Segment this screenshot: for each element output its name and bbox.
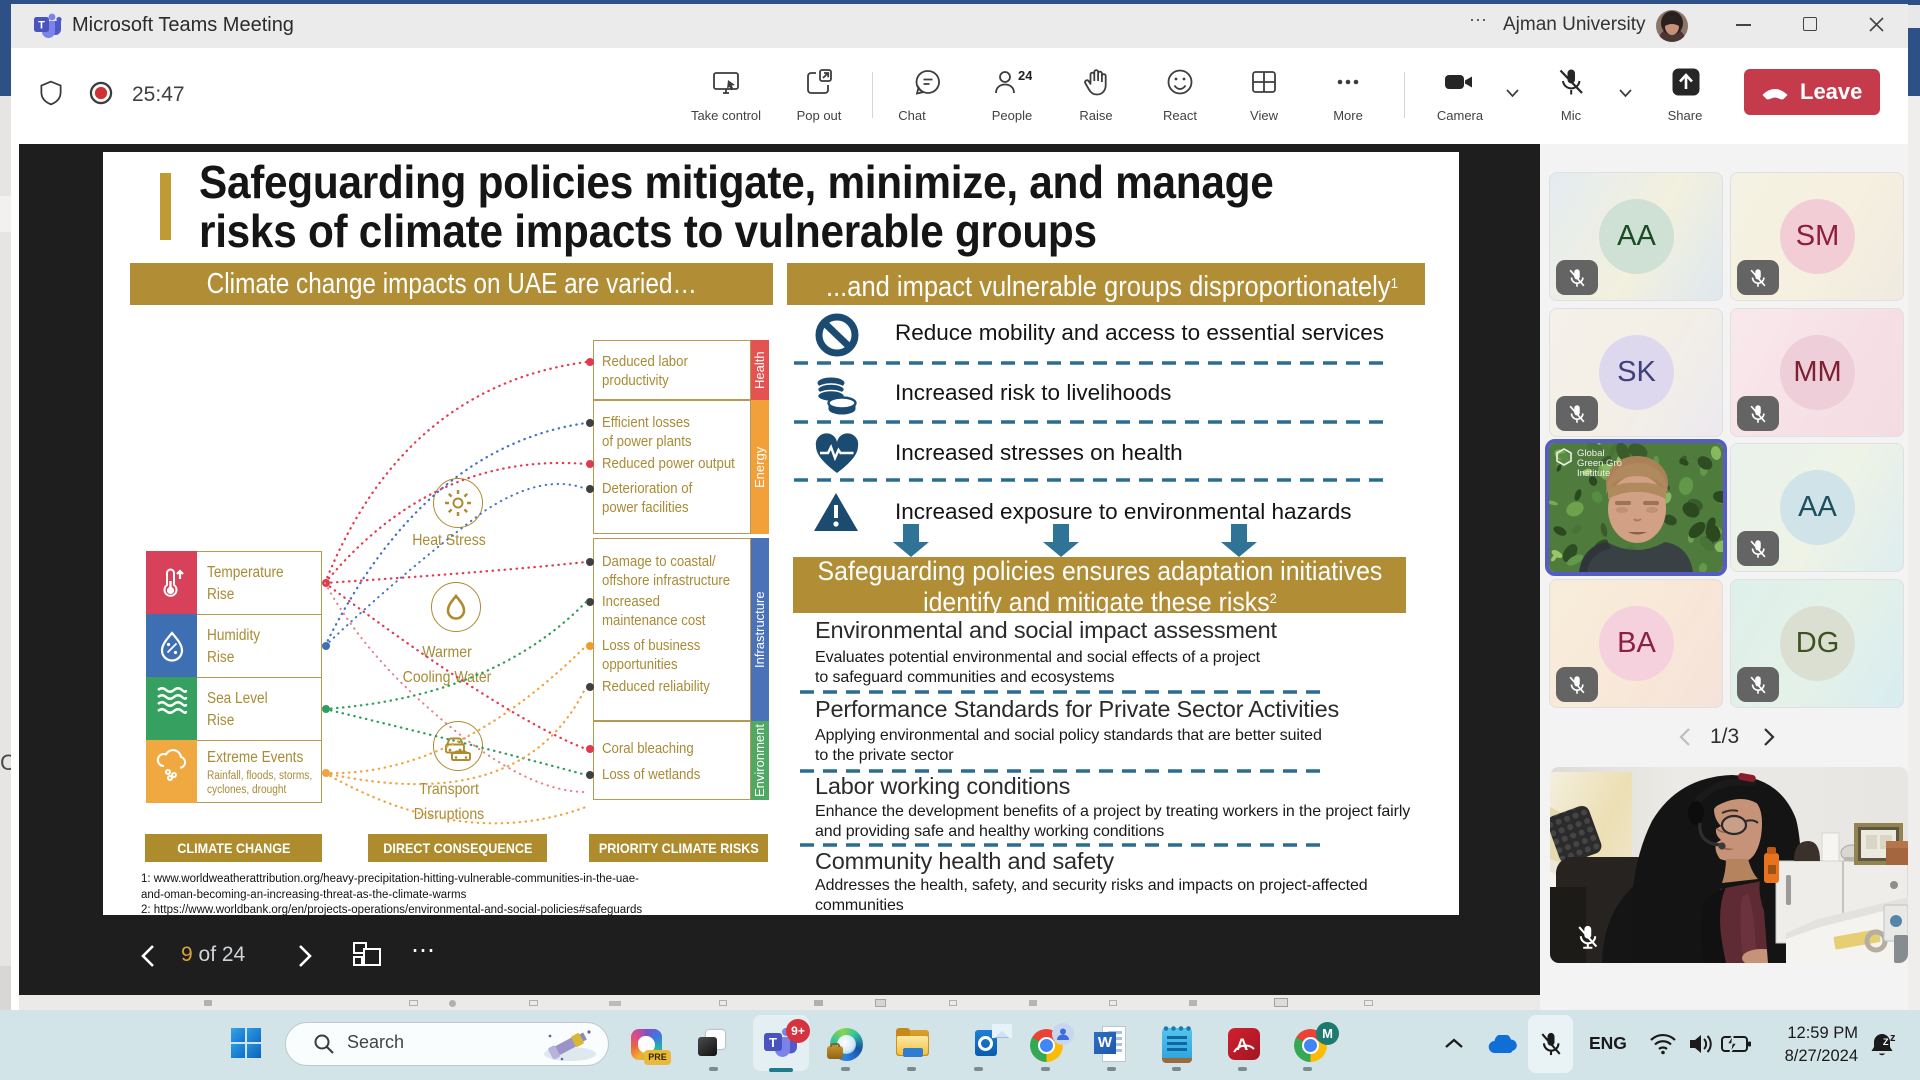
svg-text:Institute: Institute (1577, 468, 1610, 479)
svg-text:Z: Z (1883, 1037, 1889, 1047)
svg-text:T: T (38, 20, 45, 32)
svg-text:T: T (769, 1035, 777, 1050)
svg-text:24: 24 (1018, 68, 1032, 83)
svg-text:z: z (1890, 1032, 1896, 1044)
